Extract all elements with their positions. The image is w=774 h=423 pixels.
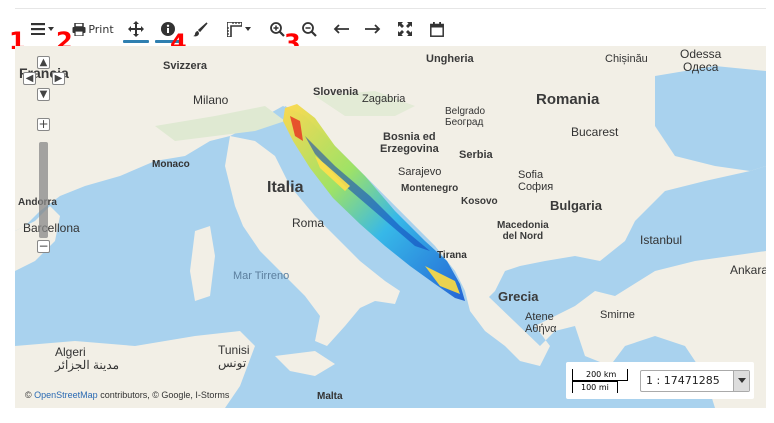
city-label-barcellona: Barcellona [23, 221, 80, 235]
print-button[interactable]: Print [71, 18, 115, 40]
city-label-atene: Atene Αθήνα [525, 311, 557, 335]
print-label: Print [88, 22, 114, 36]
pan-down-button[interactable]: ▼ [37, 88, 50, 101]
country-label-bulgaria: Bulgaria [550, 198, 603, 213]
city-label-smirne: Smirne [600, 309, 635, 321]
city-label-bucarest: Bucarest [571, 125, 619, 139]
country-label-romania: Romania [536, 91, 600, 108]
city-label-tunisi: Tunisi تونس [218, 343, 250, 370]
city-label-chisinau: Chișinău [605, 53, 648, 65]
pan-left-button[interactable]: ◀ [23, 72, 36, 85]
chevron-down-icon [245, 27, 251, 31]
country-label-grecia: Grecia [498, 289, 539, 304]
city-label-istanbul: Istanbul [640, 233, 683, 247]
zoom-slider[interactable] [39, 142, 48, 238]
attribution-prefix: © [25, 390, 35, 400]
pan-tool-button[interactable] [127, 18, 145, 40]
city-label-monaco: Monaco [152, 159, 190, 170]
pan-right-button[interactable]: ▶ [52, 72, 65, 85]
city-label-odessa: Odessa Одеса [680, 47, 722, 74]
pan-tool-active-indicator [123, 40, 149, 43]
hamburger-menu-icon [30, 23, 45, 35]
country-label-svizzera: Svizzera [163, 60, 208, 72]
city-label-zagabria: Zagabria [362, 93, 406, 105]
measure-icon [227, 21, 242, 37]
scale-mi-label: 100 mi [581, 383, 609, 392]
scale-control: 200 km 100 mi 1 : 17471285 [566, 362, 754, 399]
city-label-algeri: Algeri مدينة الجزائر [55, 345, 120, 372]
city-label-milano: Milano [193, 93, 229, 107]
brush-tool-button[interactable] [191, 18, 209, 40]
country-label-macedonia: Macedonia del Nord [497, 220, 549, 242]
top-divider [15, 8, 766, 9]
map-attribution: © OpenStreetMap contributors, © Google, … [25, 390, 229, 400]
chevron-down-icon [737, 378, 746, 383]
chevron-down-icon [47, 27, 54, 31]
city-label-sarajevo: Sarajevo [398, 166, 442, 178]
fullscreen-icon [398, 22, 412, 36]
calendar-button[interactable] [428, 18, 446, 40]
zoom-out-button[interactable] [300, 18, 318, 40]
pan-icon [128, 21, 144, 37]
city-label-ankara: Ankara [730, 263, 766, 277]
country-label-slovenia: Slovenia [313, 86, 359, 98]
country-label-serbia: Serbia [459, 149, 493, 161]
scale-bar: 200 km 100 mi [572, 369, 628, 393]
forward-button[interactable] [364, 18, 382, 40]
country-label-montenegro: Montenegro [401, 183, 459, 194]
zoom-plus-button[interactable]: + [37, 118, 50, 131]
forward-icon [365, 24, 381, 34]
map-toolbar: Print [15, 10, 766, 46]
zoom-out-icon [301, 21, 317, 37]
scale-km-label: 200 km [586, 370, 617, 379]
city-label-belgrado: Belgrado Београд [445, 106, 486, 128]
fullscreen-button[interactable] [396, 18, 414, 40]
zoom-minus-button[interactable]: − [37, 240, 50, 253]
city-label-malta: Malta [317, 391, 343, 402]
calendar-icon [430, 21, 444, 37]
attribution-rest: contributors, © Google, I-Storms [97, 390, 230, 400]
zoom-in-icon [269, 21, 285, 37]
back-button[interactable] [332, 18, 350, 40]
printer-icon [72, 22, 86, 36]
country-label-andorra: Andorra [18, 197, 57, 208]
city-label-tirana: Tirana [437, 250, 467, 261]
pan-up-button[interactable]: ▲ [37, 56, 50, 69]
country-label-italia: Italia [267, 179, 304, 196]
sea-label-mar-tirreno: Mar Tirreno [233, 270, 290, 282]
scale-dropdown-button[interactable] [733, 371, 749, 391]
brush-icon [192, 21, 208, 36]
openstreetmap-link[interactable]: OpenStreetMap [34, 390, 98, 400]
city-label-roma: Roma [292, 216, 325, 230]
map-canvas[interactable]: Francia Svizzera Slovenia Ungheria Roman… [15, 46, 766, 408]
back-icon [333, 24, 349, 34]
country-label-ungheria: Ungheria [426, 53, 474, 65]
city-label-sofia: Sofia София [518, 169, 554, 193]
measure-tool-button[interactable] [222, 18, 256, 40]
country-label-kosovo: Kosovo [461, 196, 498, 207]
menu-button[interactable] [25, 18, 59, 40]
country-label-bosnia: Bosnia ed Erzegovina [380, 131, 439, 155]
